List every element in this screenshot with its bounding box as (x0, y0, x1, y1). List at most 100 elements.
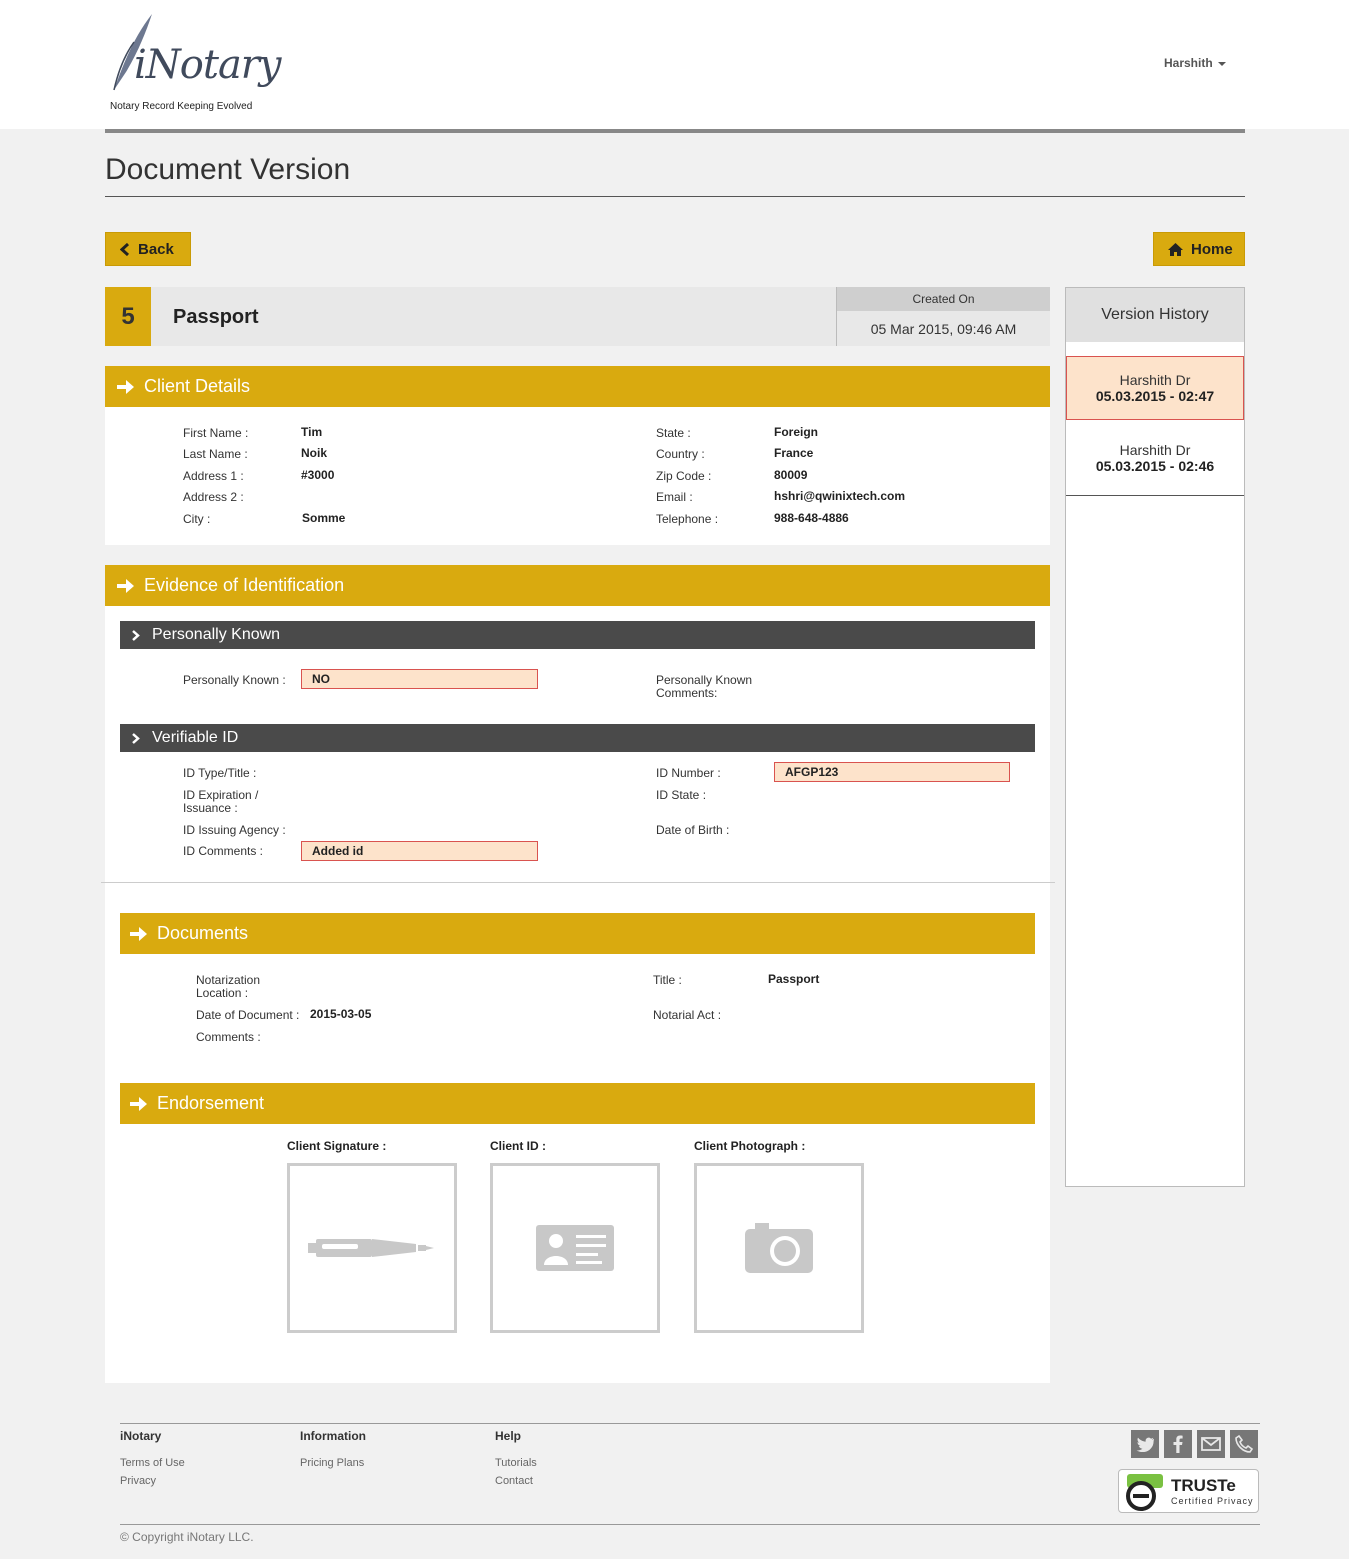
client-signature-box[interactable] (287, 1163, 457, 1333)
back-button[interactable]: Back (105, 232, 191, 266)
id-state-label: ID State : (656, 788, 707, 802)
home-icon (1168, 242, 1183, 256)
created-label: Created On (837, 287, 1050, 311)
camera-icon (745, 1223, 813, 1273)
arrow-right-icon (117, 578, 134, 593)
evidence-header: Evidence of Identification (105, 565, 1050, 606)
logo-tagline: Notary Record Keeping Evolved (110, 101, 253, 112)
location-line1: Notarization (196, 973, 261, 987)
privacy-link[interactable]: Privacy (120, 1475, 156, 1487)
pricing-plans-link[interactable]: Pricing Plans (300, 1457, 364, 1469)
contact-link[interactable]: Contact (495, 1475, 533, 1487)
id-comments-label: ID Comments : (183, 844, 264, 858)
truste-badge[interactable]: TRUSTe Certified Privacy (1118, 1469, 1259, 1513)
logo-text: iNotary (134, 42, 282, 88)
tutorials-link[interactable]: Tutorials (495, 1457, 537, 1469)
version-date: 05.03.2015 - 02:46 (1095, 457, 1215, 474)
client-details-header: Client Details (105, 366, 1050, 407)
version-item[interactable]: Harshith Dr 05.03.2015 - 02:46 (1066, 420, 1244, 496)
endorsement-title: Endorsement (157, 1093, 265, 1113)
footer-divider-bottom (120, 1524, 1260, 1525)
terms-link[interactable]: Terms of Use (120, 1457, 185, 1469)
last-name-label: Last Name : (183, 447, 248, 461)
section-divider (101, 882, 1055, 883)
personally-known-title: Personally Known (152, 626, 281, 643)
pk-comments-line1: Personally Known (656, 673, 753, 687)
personally-known-value: NO (301, 669, 538, 689)
client-photograph-box[interactable] (694, 1163, 864, 1333)
zip-value: 80009 (774, 468, 808, 482)
id-type-label: ID Type/Title : (183, 766, 257, 780)
id-comments-value: Added id (301, 841, 538, 861)
inotary-logo[interactable]: iNotary Notary Record Keeping Evolved (104, 12, 284, 116)
site-header: iNotary Notary Record Keeping Evolved Ha… (0, 0, 1349, 129)
version-user: Harshith Dr (1119, 372, 1191, 388)
address1-label: Address 1 : (183, 469, 244, 483)
title-divider (105, 196, 1245, 197)
location-line2: Location : (196, 986, 249, 1000)
country-value: France (774, 446, 814, 460)
documents-header: Documents (120, 913, 1035, 954)
dob-label: Date of Birth : (656, 823, 730, 837)
address1-value: #3000 (301, 468, 335, 482)
doc-title-label: Title : (653, 973, 682, 987)
facebook-icon[interactable] (1164, 1430, 1192, 1458)
footer-divider-top (120, 1423, 1260, 1424)
version-user: Harshith Dr (1119, 441, 1191, 458)
email-value: hshri@qwinixtech.com (774, 489, 906, 503)
version-date: 05.03.2015 - 02:47 (1095, 388, 1215, 404)
chevron-left-icon (120, 242, 130, 256)
arrow-right-icon (130, 1096, 147, 1111)
client-id-label: Client ID : (490, 1139, 546, 1153)
back-label: Back (138, 240, 174, 258)
home-label: Home (1191, 240, 1233, 258)
document-number: 5 (105, 287, 151, 346)
state-label: State : (656, 426, 691, 440)
documents-comments-label: Comments : (196, 1030, 261, 1044)
id-card-icon (536, 1225, 614, 1271)
address2-label: Address 2 : (183, 490, 244, 504)
notarial-act-label: Notarial Act : (653, 1008, 722, 1022)
truste-title: TRUSTe (1171, 1476, 1236, 1495)
personally-known-header[interactable]: Personally Known (120, 621, 1035, 649)
truste-subtitle: Certified Privacy (1171, 1496, 1254, 1506)
created-on: Created On 05 Mar 2015, 09:46 AM (836, 287, 1050, 346)
user-menu[interactable]: Harshith (1164, 56, 1226, 70)
caret-down-icon (1217, 61, 1226, 66)
first-name-value: Tim (301, 425, 323, 439)
id-number-label: ID Number : (656, 766, 721, 780)
date-of-document-label: Date of Document : (196, 1008, 300, 1022)
city-value: Somme (302, 511, 346, 525)
chevron-right-icon (132, 629, 140, 641)
client-photograph-label: Client Photograph : (694, 1139, 806, 1153)
phone-icon[interactable] (1230, 1430, 1258, 1458)
created-value: 05 Mar 2015, 09:46 AM (870, 320, 1017, 337)
evidence-title: Evidence of Identification (144, 575, 345, 595)
arrow-right-icon (117, 379, 134, 394)
country-label: Country : (656, 447, 705, 461)
doc-title-value: Passport (768, 972, 820, 986)
client-id-box[interactable] (490, 1163, 660, 1333)
pk-comments-line2: Comments: (656, 686, 718, 700)
copyright: © Copyright iNotary LLC. (120, 1530, 254, 1544)
state-value: Foreign (774, 425, 818, 439)
email-icon[interactable] (1197, 1430, 1225, 1458)
id-exp-line2: Issuance : (183, 801, 238, 815)
document-name: Passport (173, 306, 259, 328)
version-item[interactable]: Harshith Dr 05.03.2015 - 02:47 (1066, 356, 1244, 420)
email-label: Email : (656, 490, 693, 504)
endorsement-header: Endorsement (120, 1083, 1035, 1124)
pen-icon (308, 1239, 434, 1257)
document-header: 5 Passport Created On 05 Mar 2015, 09:46… (105, 287, 1050, 346)
date-of-document-value: 2015-03-05 (310, 1007, 372, 1021)
verifiable-id-header[interactable]: Verifiable ID (120, 724, 1035, 752)
header-divider (105, 129, 1245, 133)
zip-label: Zip Code : (656, 469, 712, 483)
telephone-label: Telephone : (656, 512, 719, 526)
client-details-title: Client Details (144, 376, 251, 396)
truste-logo-icon (1126, 1474, 1163, 1511)
version-history-panel: Version History Harshith Dr 05.03.2015 -… (1065, 287, 1245, 1187)
arrow-right-icon (130, 926, 147, 941)
twitter-icon[interactable] (1131, 1430, 1159, 1458)
home-button[interactable]: Home (1153, 232, 1245, 266)
